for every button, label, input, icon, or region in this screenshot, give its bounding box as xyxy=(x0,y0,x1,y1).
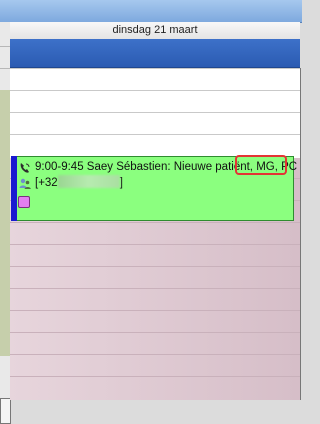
appointment-marker xyxy=(11,156,17,221)
time-slot-line xyxy=(10,112,300,113)
window-titlebar xyxy=(0,0,302,23)
working-hours-band xyxy=(0,90,10,356)
phone-icon xyxy=(20,163,30,173)
time-slot-line xyxy=(10,244,300,245)
day-grid[interactable] xyxy=(10,68,301,400)
time-slot-line xyxy=(10,310,300,311)
scroll-box[interactable] xyxy=(0,398,11,424)
time-slot-line xyxy=(10,266,300,267)
time-slot-line xyxy=(10,68,300,69)
time-slot-line xyxy=(10,354,300,355)
time-slot-line xyxy=(10,222,300,223)
appointment-phone: [+32] xyxy=(35,175,123,189)
day-header[interactable]: dinsdag 21 maart xyxy=(10,22,300,40)
time-slot-line xyxy=(10,134,300,135)
time-slot-line xyxy=(10,288,300,289)
time-slot-line xyxy=(10,332,300,333)
status-color-swatch xyxy=(18,196,30,208)
time-slot-line xyxy=(10,376,300,377)
time-row-divider xyxy=(0,68,10,69)
highlight-annotation xyxy=(235,155,287,175)
all-day-band[interactable] xyxy=(10,39,300,68)
time-row-divider xyxy=(0,46,10,47)
time-slot-line xyxy=(10,90,300,91)
phone-redaction xyxy=(57,175,120,188)
phone-suffix: ] xyxy=(119,177,123,189)
phone-prefix: [+32 xyxy=(35,177,58,189)
patient-icon xyxy=(19,178,31,189)
